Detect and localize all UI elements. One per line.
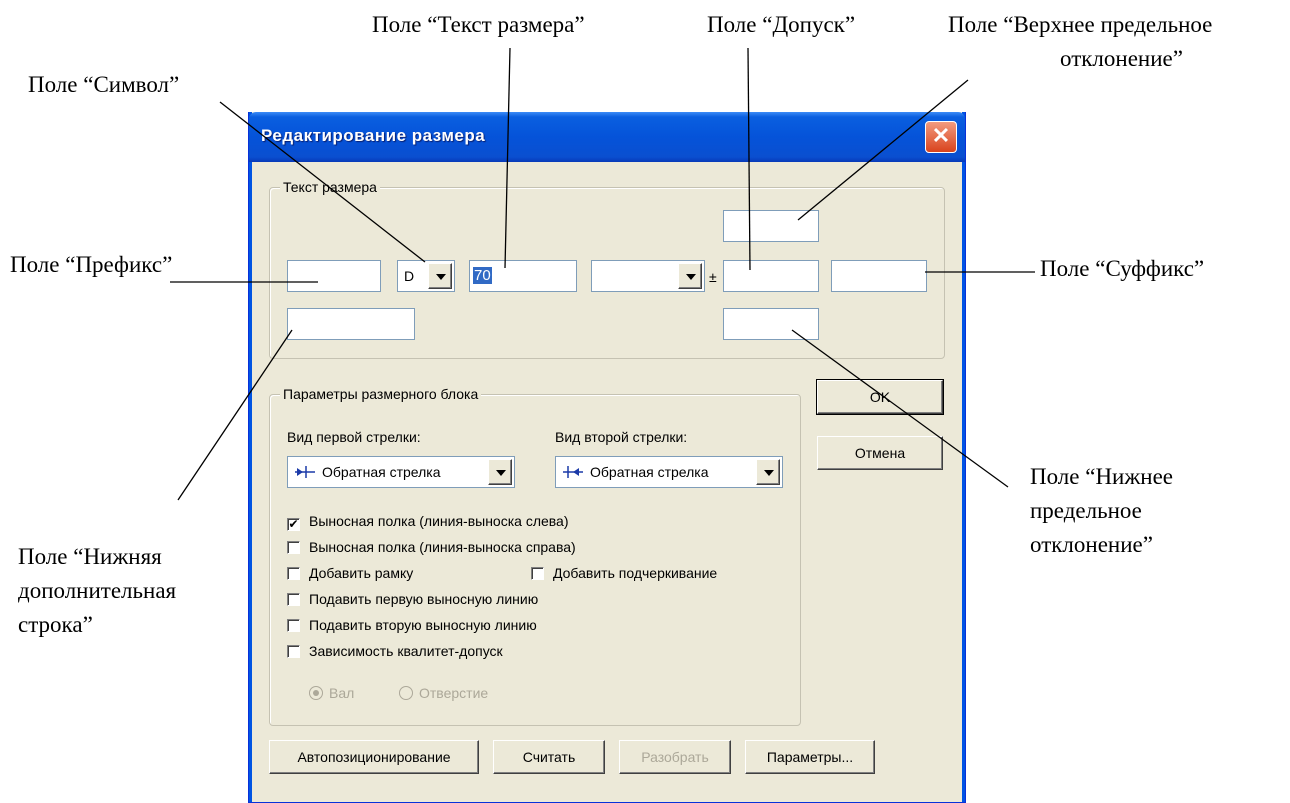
bottom-extra-line-field[interactable] — [287, 308, 415, 340]
dimension-text-group-label: Текст размера — [280, 178, 380, 196]
second-arrow-selection: Обратная стрелка — [562, 457, 708, 487]
chevron-down-icon[interactable] — [756, 459, 780, 485]
cancel-button[interactable]: Отмена — [817, 436, 943, 470]
callout-tolerance: Поле “Допуск” — [707, 12, 856, 37]
checkbox-label: Подавить вторую выносную линию — [309, 617, 537, 633]
parameters-button[interactable]: Параметры... — [745, 740, 875, 774]
checkbox-label: Добавить подчеркивание — [553, 565, 718, 581]
title-bar[interactable]: Редактирование размера ✕ — [249, 112, 965, 162]
dialog-title: Редактирование размера — [261, 126, 486, 145]
symbol-combo[interactable]: D — [397, 260, 455, 292]
checkbox-box[interactable] — [287, 619, 300, 632]
prefix-field[interactable] — [287, 260, 381, 292]
autoposition-button[interactable]: Автопозиционирование — [269, 740, 479, 774]
checkbox-leader-left[interactable]: ✔ Выносная полка (линия-выноска слева) — [287, 512, 569, 531]
callout-dim-text: Поле “Текст размера” — [372, 12, 585, 37]
checkbox-box[interactable]: ✔ — [287, 518, 300, 531]
radio-hole[interactable]: Отверстие — [399, 684, 488, 702]
radio-dot[interactable] — [309, 686, 323, 700]
checkbox-box[interactable] — [287, 593, 300, 606]
callout-upper-deviation-line1: Поле “Верхнее предельное — [948, 12, 1213, 37]
plus-minus-sign: ± — [709, 269, 717, 285]
callout-lower-deviation-line3: отклонение” — [1030, 532, 1153, 557]
checkbox-box[interactable] — [287, 567, 300, 580]
checkbox-suppress-second-ext[interactable]: Подавить вторую выносную линию — [287, 616, 537, 634]
radio-shaft[interactable]: Вал — [309, 684, 354, 702]
first-arrow-selection: Обратная стрелка — [294, 457, 440, 487]
second-arrow-combo[interactable]: Обратная стрелка — [555, 456, 783, 488]
checkbox-add-underline[interactable]: Добавить подчеркивание — [531, 564, 717, 582]
dimension-text-value: 70 — [473, 267, 492, 284]
second-arrow-label: Вид второй стрелки: — [555, 429, 688, 445]
callout-bottom-line-2: дополнительная — [18, 578, 177, 603]
callout-lower-deviation-line2: предельное — [1030, 498, 1142, 523]
radio-shaft-label: Вал — [329, 685, 355, 701]
dimension-block-group-label: Параметры размерного блока — [280, 385, 482, 403]
suffix-field[interactable] — [831, 260, 927, 292]
callout-suffix: Поле “Суффикс” — [1040, 256, 1205, 281]
callout-lower-deviation-line1: Поле “Нижнее — [1030, 464, 1173, 489]
callout-prefix: Поле “Префикс” — [10, 252, 173, 277]
chevron-down-icon[interactable] — [488, 459, 512, 485]
first-arrow-combo[interactable]: Обратная стрелка — [287, 456, 515, 488]
close-button[interactable]: ✕ — [925, 121, 957, 153]
reverse-arrow-icon — [563, 466, 583, 478]
callout-upper-deviation-line2: отклонение” — [1060, 46, 1183, 71]
edit-dimension-dialog: Редактирование размера ✕ Текст размера D… — [248, 112, 966, 803]
checkbox-fit-tolerance[interactable]: Зависимость квалитет-допуск — [287, 642, 503, 660]
checkbox-label: Выносная полка (линия-выноска справа) — [309, 539, 576, 555]
callout-bottom-line-3: строка” — [18, 612, 93, 637]
checkbox-box[interactable] — [531, 567, 544, 580]
parse-button: Разобрать — [619, 740, 731, 774]
checkbox-label: Зависимость квалитет-допуск — [309, 643, 503, 659]
second-arrow-value: Обратная стрелка — [590, 464, 709, 480]
first-arrow-value: Обратная стрелка — [322, 464, 441, 480]
symbol-value: D — [404, 268, 415, 284]
radio-hole-label: Отверстие — [419, 685, 489, 701]
checkbox-box[interactable] — [287, 645, 300, 658]
checkbox-suppress-first-ext[interactable]: Подавить первую выносную линию — [287, 590, 538, 608]
checkbox-label: Выносная полка (линия-выноска слева) — [309, 513, 569, 529]
checkbox-label: Добавить рамку — [309, 565, 414, 581]
tolerance-class-combo[interactable] — [591, 260, 705, 292]
dimension-text-field[interactable]: 70 — [469, 260, 577, 292]
reverse-arrow-icon — [295, 466, 315, 478]
checkbox-leader-right[interactable]: Выносная полка (линия-выноска справа) — [287, 538, 576, 556]
chevron-down-icon[interactable] — [428, 263, 452, 289]
close-icon: ✕ — [931, 123, 951, 148]
first-arrow-label: Вид первой стрелки: — [287, 429, 421, 445]
checkbox-label: Подавить первую выносную линию — [309, 591, 539, 607]
checkbox-add-frame[interactable]: Добавить рамку — [287, 564, 413, 582]
ok-button[interactable]: OK — [816, 379, 944, 415]
read-button[interactable]: Считать — [493, 740, 605, 774]
lower-deviation-field[interactable] — [723, 308, 819, 340]
callout-bottom-line-1: Поле “Нижняя — [18, 544, 162, 569]
upper-deviation-field[interactable] — [723, 210, 819, 242]
tolerance-field[interactable] — [723, 260, 819, 292]
callout-symbol: Поле “Символ” — [28, 72, 180, 97]
chevron-down-icon[interactable] — [678, 263, 702, 289]
checkbox-box[interactable] — [287, 541, 300, 554]
radio-dot[interactable] — [399, 686, 413, 700]
